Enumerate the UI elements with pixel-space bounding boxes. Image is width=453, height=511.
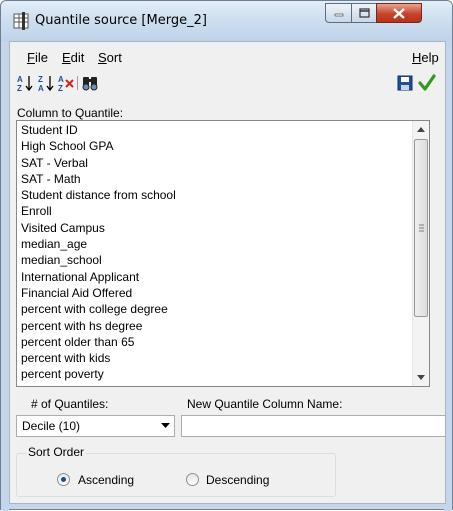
svg-text:A: A [58, 75, 64, 84]
vertical-scrollbar[interactable] [412, 121, 429, 386]
svg-text:Z: Z [38, 75, 43, 84]
list-item[interactable]: High School GPA [17, 138, 176, 154]
list-item[interactable]: SAT - Verbal [17, 155, 176, 171]
list-item[interactable]: percent poverty [17, 366, 176, 382]
list-item[interactable]: Student ID [17, 122, 176, 138]
list-item[interactable]: percent with hs degree [17, 318, 176, 334]
sort-ascending-icon[interactable]: A Z [16, 74, 34, 92]
list-item[interactable]: percent with kids [17, 350, 176, 366]
minimize-icon [334, 13, 343, 17]
list-item[interactable]: SAT - Math [17, 171, 176, 187]
maximize-button[interactable] [351, 3, 377, 23]
scroll-down-button[interactable] [413, 369, 429, 386]
dropdown-arrow-icon [161, 423, 170, 428]
list-item[interactable]: percent older than 65 [17, 334, 176, 350]
scroll-up-button[interactable] [413, 121, 429, 138]
minimize-button[interactable] [325, 3, 352, 23]
sort-descending-icon[interactable]: Z A [37, 74, 55, 92]
new-column-name-input[interactable] [181, 415, 446, 437]
close-button[interactable] [376, 3, 422, 23]
find-icon[interactable] [82, 74, 100, 92]
ok-checkmark-icon[interactable] [418, 74, 436, 92]
new-column-name-label: New Quantile Column Name: [187, 397, 343, 411]
quantiles-selected-value: Decile (10) [22, 419, 81, 433]
svg-text:A: A [17, 75, 23, 84]
ascending-radio[interactable] [57, 473, 70, 486]
list-item[interactable]: Student distance from school [17, 187, 176, 203]
title-bar[interactable]: Quantile source [Merge_2] [1, 1, 452, 41]
list-item[interactable]: Financial Aid Offered [17, 285, 176, 301]
app-icon [13, 12, 29, 30]
sort-order-title: Sort Order [26, 445, 87, 459]
descending-label[interactable]: Descending [206, 473, 269, 487]
column-listbox[interactable]: Student ID High School GPA SAT - Verbal SAT… [16, 120, 430, 387]
list-item[interactable]: median_age [17, 236, 176, 252]
quantiles-dropdown[interactable]: Decile (10) [16, 415, 175, 437]
column-list: Student ID High School GPA SAT - Verbal SAT… [17, 122, 176, 383]
column-to-quantile-label: Column to Quantile: [17, 106, 124, 120]
scroll-down-arrow-icon [417, 375, 425, 380]
descending-radio[interactable] [186, 473, 199, 486]
svg-text:A: A [38, 84, 44, 92]
svg-text:Z: Z [58, 84, 63, 92]
save-icon[interactable] [396, 74, 414, 92]
ascending-label[interactable]: Ascending [78, 473, 134, 487]
window-title: Quantile source [Merge_2] [35, 13, 207, 28]
scroll-thumb[interactable] [414, 139, 428, 317]
list-item[interactable]: International Applicant [17, 269, 176, 285]
scroll-grip-icon [419, 224, 424, 232]
list-item[interactable]: percent with college degree [17, 301, 176, 317]
svg-text:Z: Z [17, 84, 22, 92]
list-item[interactable]: Enroll [17, 203, 176, 219]
num-quantiles-label: # of Quantiles: [31, 397, 109, 411]
close-icon [393, 7, 405, 19]
menu-file[interactable]: File [27, 50, 48, 65]
menu-edit[interactable]: Edit [62, 50, 84, 65]
list-item[interactable]: median_school [17, 252, 176, 268]
maximize-icon [358, 8, 370, 18]
window-frame-left [1, 41, 9, 511]
radio-selected-dot [61, 477, 66, 482]
list-item[interactable]: Visited Campus [17, 220, 176, 236]
toolbar: A Z Z A A Z [10, 72, 445, 94]
toolbar-separator [77, 76, 78, 90]
scroll-up-arrow-icon [417, 127, 425, 132]
menu-bar: File Edit Sort Help [10, 46, 445, 68]
quantile-source-window: Quantile source [Merge_2] File Edit Sort… [0, 0, 453, 511]
menu-help[interactable]: Help [412, 50, 439, 65]
menu-sort[interactable]: Sort [98, 50, 122, 65]
clear-sort-icon[interactable]: A Z [57, 74, 75, 92]
